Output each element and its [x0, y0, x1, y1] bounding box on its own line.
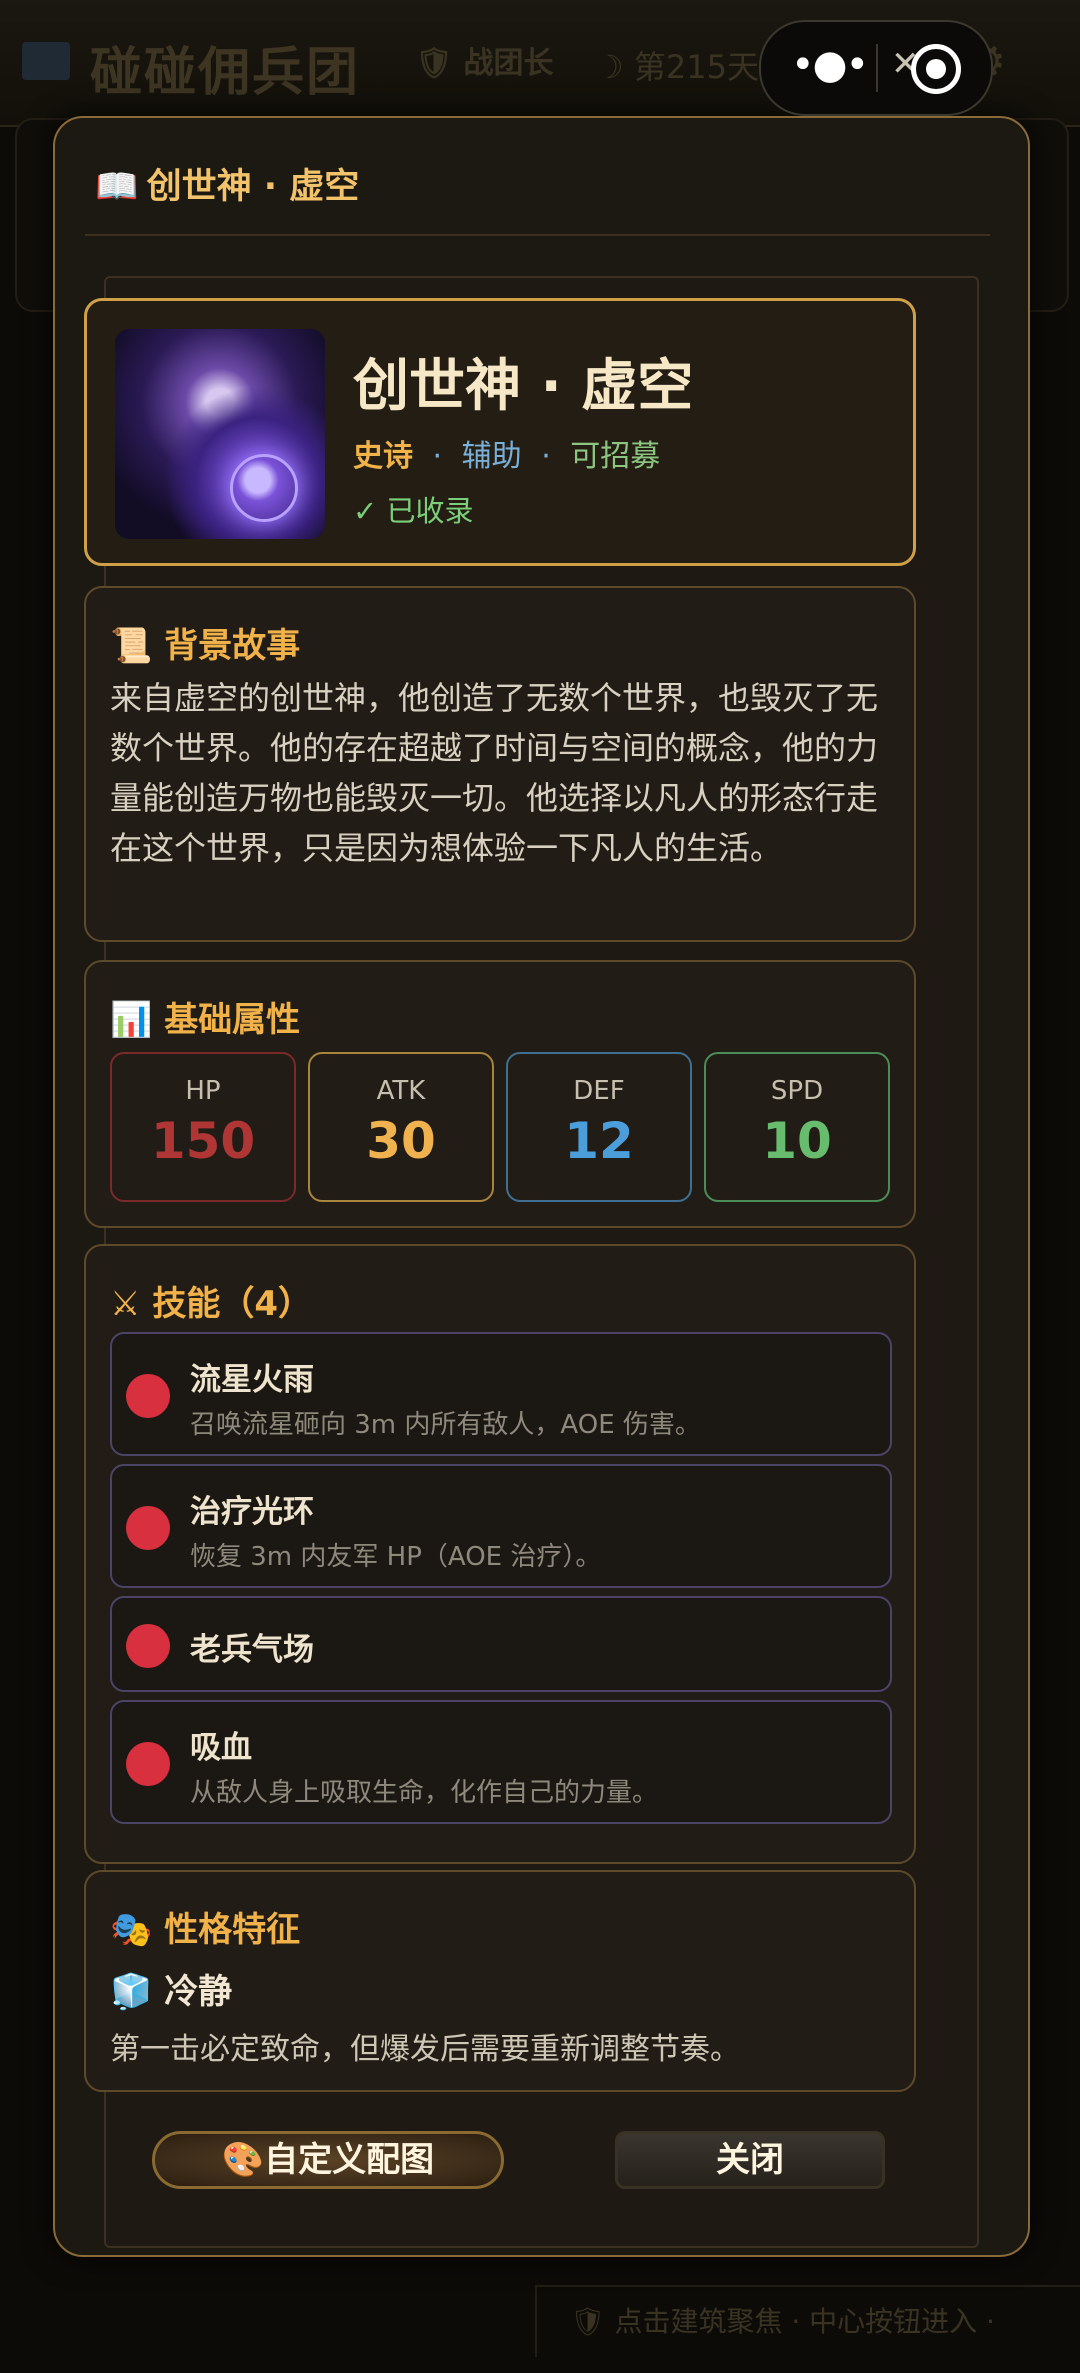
skill-name: 流星火雨 — [190, 1362, 314, 1398]
trait-title: 🎭 性格特征 — [110, 1910, 301, 1950]
target-icon[interactable] — [911, 44, 961, 94]
app-logo-icon — [22, 42, 70, 80]
stat-def: DEF 12 — [506, 1052, 692, 1202]
skill-bullet-icon — [126, 1624, 170, 1668]
skill-desc: 召唤流星砸向 3m 内所有敌人，AOE 伤害。 — [190, 1410, 701, 1440]
scroll-icon: 📜 — [110, 626, 153, 666]
stat-spd: SPD 10 — [704, 1052, 890, 1202]
hero-portrait — [115, 329, 325, 539]
attributes-section: 📊 基础属性 HP 150 ATK 30 DEF 12 SPD 10 — [84, 960, 916, 1228]
role-label: 🛡 战团长 — [415, 46, 554, 81]
book-icon: 📖 — [95, 167, 139, 207]
trait-section: 🎭 性格特征 🧊 冷静 第一击必定致命，但爆发后需要重新调整节奏。 — [84, 1870, 916, 2092]
more-icon[interactable]: •●• — [791, 45, 869, 85]
skill-bullet-icon — [126, 1374, 170, 1418]
story-section: 📜 背景故事 来自虚空的创世神，他创造了无数个世界，也毁灭了无数个世界。他的存在… — [84, 586, 916, 942]
skill-item[interactable]: 吸血 从敌人身上吸取生命，化作自己的力量。 — [110, 1700, 892, 1824]
hint-text: 🛡 点击建筑聚焦 · 中心按钮进入 · — [570, 2305, 995, 2338]
divider — [85, 234, 990, 236]
skill-name: 治疗光环 — [190, 1494, 314, 1530]
hero-name: 创世神 · 虚空 — [353, 354, 694, 419]
custom-image-button[interactable]: 🎨自定义配图 — [152, 2131, 504, 2189]
recruit-tag: 可招募 — [570, 439, 661, 474]
attributes-title: 📊 基础属性 — [110, 1000, 301, 1040]
hero-card: 创世神 · 虚空 史诗 · 辅助 · 可招募 ✓ 已收录 — [84, 298, 916, 566]
hero-tags: 史诗 · 辅助 · 可招募 — [353, 439, 661, 474]
miniprogram-capsule: •●• ✕ — [759, 20, 993, 116]
hero-detail-modal: 📖 创世神 · 虚空 创世神 · 虚空 史诗 · 辅助 · 可招募 ✓ 已收录 📜… — [53, 116, 1030, 2257]
crossed-swords-icon: ⚔ — [110, 1284, 141, 1324]
skill-item[interactable]: 治疗光环 恢复 3m 内友军 HP（AOE 治疗）。 — [110, 1464, 892, 1588]
story-text: 来自虚空的创世神，他创造了无数个世界，也毁灭了无数个世界。他的存在超越了时间与空… — [110, 679, 879, 867]
skill-item[interactable]: 流星火雨 召唤流星砸向 3m 内所有敌人，AOE 伤害。 — [110, 1332, 892, 1456]
stat-hp: HP 150 — [110, 1052, 296, 1202]
bar-chart-icon: 📊 — [110, 1000, 153, 1040]
skills-title: ⚔ 技能（4） — [110, 1284, 312, 1324]
skill-name: 吸血 — [190, 1730, 252, 1766]
collected-status: ✓ 已收录 — [353, 494, 474, 528]
story-title: 📜 背景故事 — [110, 626, 301, 666]
trait-desc: 第一击必定致命，但爆发后需要重新调整节奏。 — [110, 2032, 740, 2067]
skills-section: ⚔ 技能（4） 流星火雨 召唤流星砸向 3m 内所有敌人，AOE 伤害。 治疗光… — [84, 1244, 916, 1864]
skill-name: 老兵气场 — [190, 1632, 314, 1668]
app-title: 碰碰佣兵团 — [90, 43, 361, 103]
skill-desc: 从敌人身上吸取生命，化作自己的力量。 — [190, 1778, 659, 1808]
ice-cube-icon: 🧊 — [110, 1972, 153, 2012]
skill-item[interactable]: 老兵气场 — [110, 1596, 892, 1692]
skill-desc: 恢复 3m 内友军 HP（AOE 治疗）。 — [190, 1542, 602, 1572]
palette-icon: 🎨 — [221, 2140, 265, 2180]
close-button[interactable]: 关闭 — [615, 2131, 885, 2189]
theater-masks-icon: 🎭 — [110, 1910, 153, 1950]
rarity-badge: 史诗 — [353, 439, 413, 474]
role-tag: 辅助 — [461, 439, 522, 474]
skill-bullet-icon — [126, 1506, 170, 1550]
skill-bullet-icon — [126, 1742, 170, 1786]
trait-name: 🧊 冷静 — [110, 1972, 233, 2012]
stat-atk: ATK 30 — [308, 1052, 494, 1202]
modal-title: 📖 创世神 · 虚空 — [95, 167, 360, 207]
